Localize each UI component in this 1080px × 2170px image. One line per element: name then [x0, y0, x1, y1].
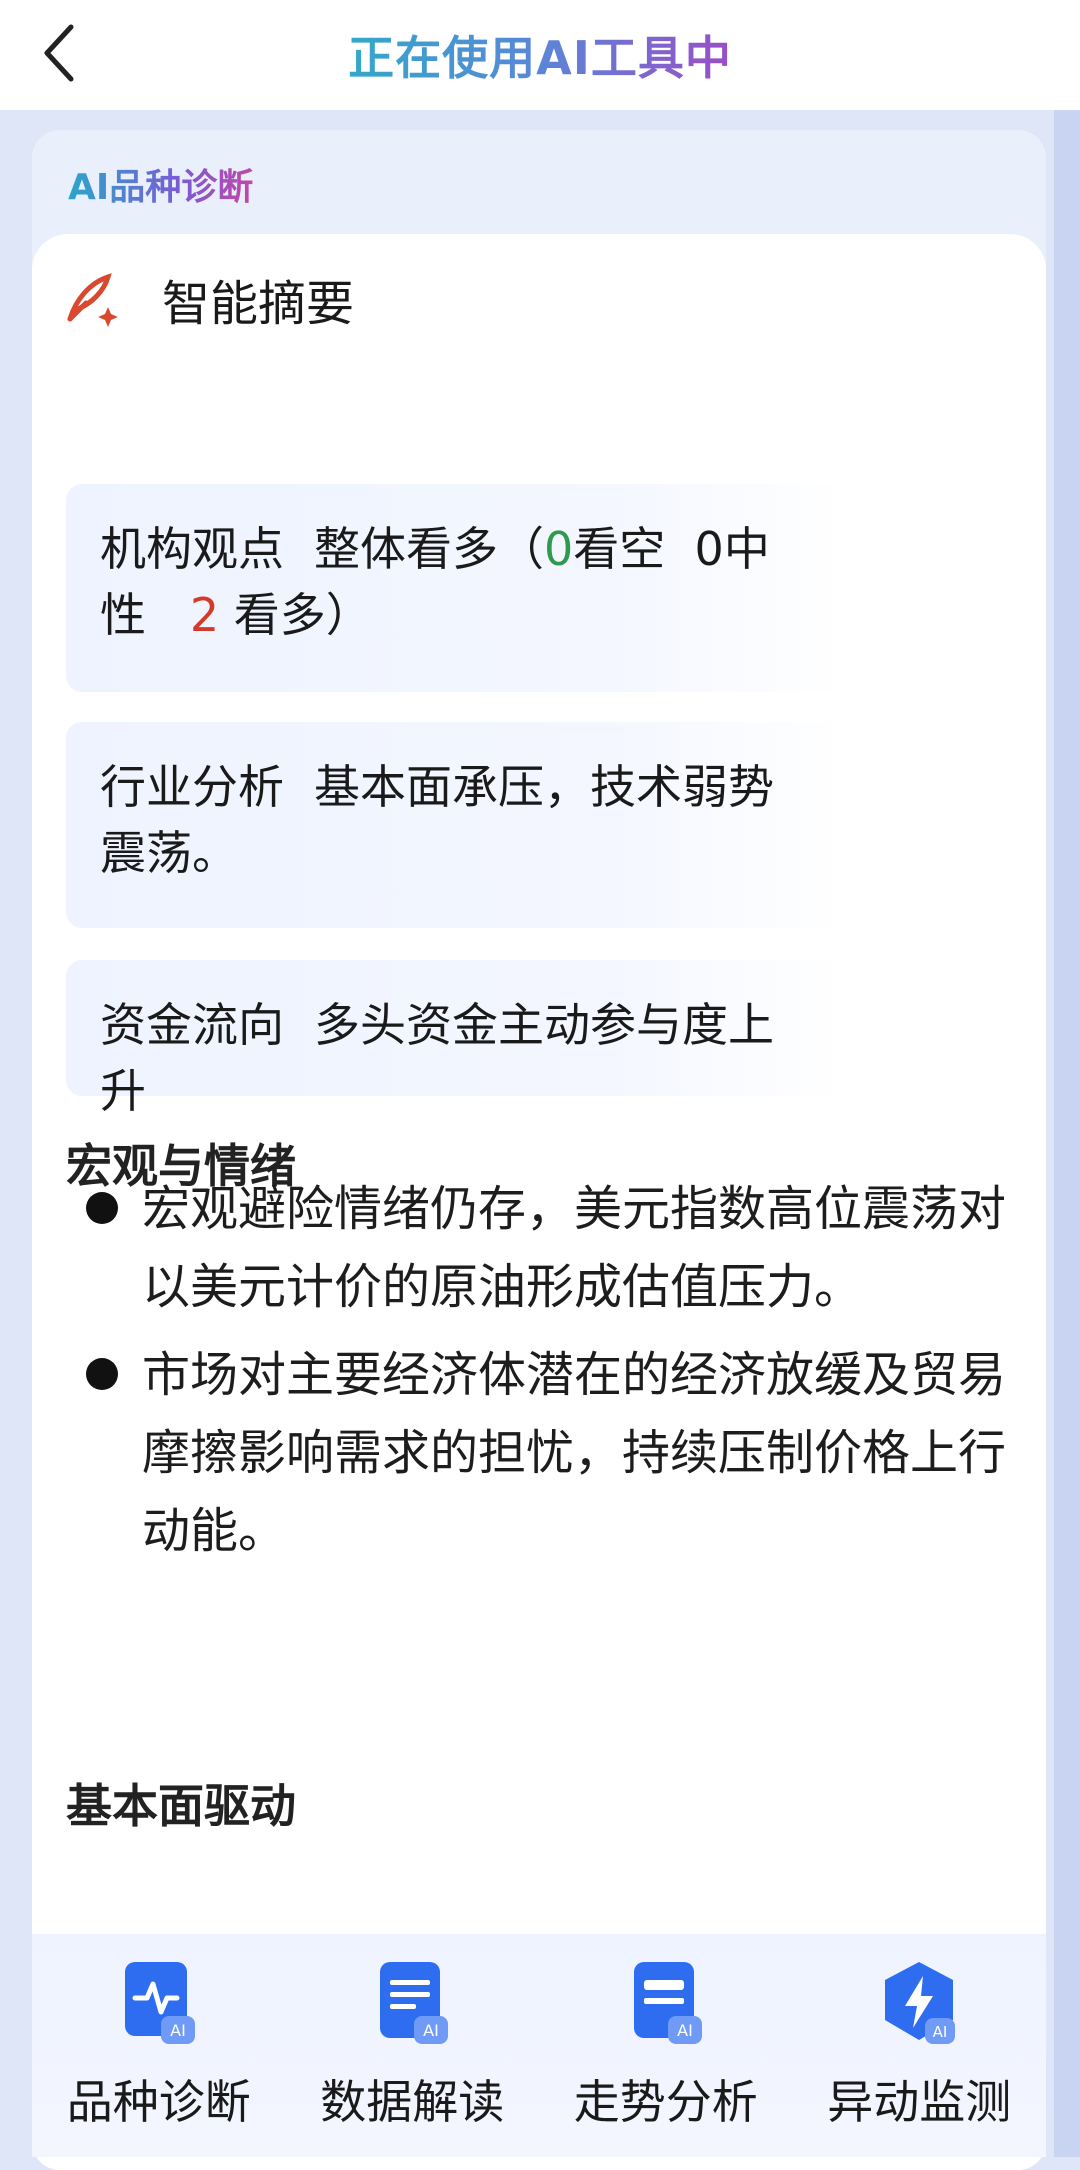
capital-flow-box: 资金流向 多头资金主动参与度上升 [66, 960, 844, 1118]
bottom-toolbar: AI 品种诊断 AI 数据解读 AI 走势分析 AI 异动监测 [32, 1934, 1046, 2157]
document-ai-icon: AI [380, 1962, 449, 2044]
top-bar: 正在使用AI工具中 [0, 0, 1080, 110]
list-item: 宏观避险情绪仍存，美元指数高位震荡对以美元计价的原油形成估值压力。 [80, 1170, 1010, 1326]
tool-trend-analysis[interactable]: AI 走势分析 [546, 1958, 786, 2132]
bull-count: 2 [189, 588, 220, 642]
tool-data-interpretation[interactable]: AI 数据解读 [292, 1958, 532, 2132]
back-button[interactable] [24, 18, 94, 88]
tool-label: 走势分析 [573, 2075, 758, 2129]
fundamentals-heading: 基本面驱动 [66, 1779, 296, 1833]
page-title: 正在使用AI工具中 [348, 22, 732, 88]
institution-key: 机构观点 [100, 522, 284, 576]
bear-count: 0 [544, 522, 574, 576]
svg-text:AI: AI [423, 2021, 439, 2040]
capital-key: 资金流向 [100, 998, 284, 1052]
tool-label: 品种诊断 [66, 2075, 251, 2129]
bear-label: 看空 [573, 522, 666, 576]
diagnosis-card: AI品种诊断 智能摘要 机构观点 整体看多（0看空 0中性 2 看多） 行业分析基… [32, 130, 1046, 2170]
tool-label: 数据解读 [320, 2075, 505, 2129]
side-strip [1054, 110, 1080, 2157]
summary-header: 智能摘要 [62, 264, 354, 334]
institution-view-box: 机构观点 整体看多（0看空 0中性 2 看多） [66, 484, 844, 692]
bullet-dot [86, 1358, 118, 1390]
institution-pre: 整体看多（ [314, 522, 544, 576]
svg-text:AI: AI [933, 2023, 948, 2041]
macro-bullets: 宏观避险情绪仍存，美元指数高位震荡对以美元计价的原油形成估值压力。 市场对主要经… [80, 1170, 1010, 1570]
lightning-ai-icon: AI [885, 1962, 956, 2044]
tool-variety-diagnosis[interactable]: AI 品种诊断 [39, 1958, 279, 2132]
industry-key: 行业分析 [100, 760, 284, 814]
tool-label: 异动监测 [827, 2075, 1012, 2129]
bull-label: 看多 [233, 588, 326, 642]
industry-analysis-box: 行业分析 基本面承压，技术弱势震荡。 [66, 722, 844, 928]
neutral-count: 0 [694, 522, 724, 576]
institution-post: ） [325, 588, 372, 642]
tool-anomaly-monitor[interactable]: AI 异动监测 [799, 1958, 1039, 2132]
svg-text:AI: AI [170, 2021, 186, 2040]
card-ai-icon: AI [633, 1962, 702, 2044]
quill-sparkle-icon [67, 273, 118, 327]
chevron-left-icon [44, 24, 74, 82]
pulse-ai-icon: AI [124, 1962, 195, 2044]
card-title: AI品种诊断 [68, 158, 253, 210]
bullet-dot [86, 1192, 118, 1224]
summary-heading: 智能摘要 [162, 276, 355, 332]
list-item: 市场对主要经济体潜在的经济放缓及贸易摩擦影响需求的担忧，持续压制价格上行动能。 [80, 1336, 1010, 1570]
svg-text:AI: AI [677, 2021, 693, 2040]
